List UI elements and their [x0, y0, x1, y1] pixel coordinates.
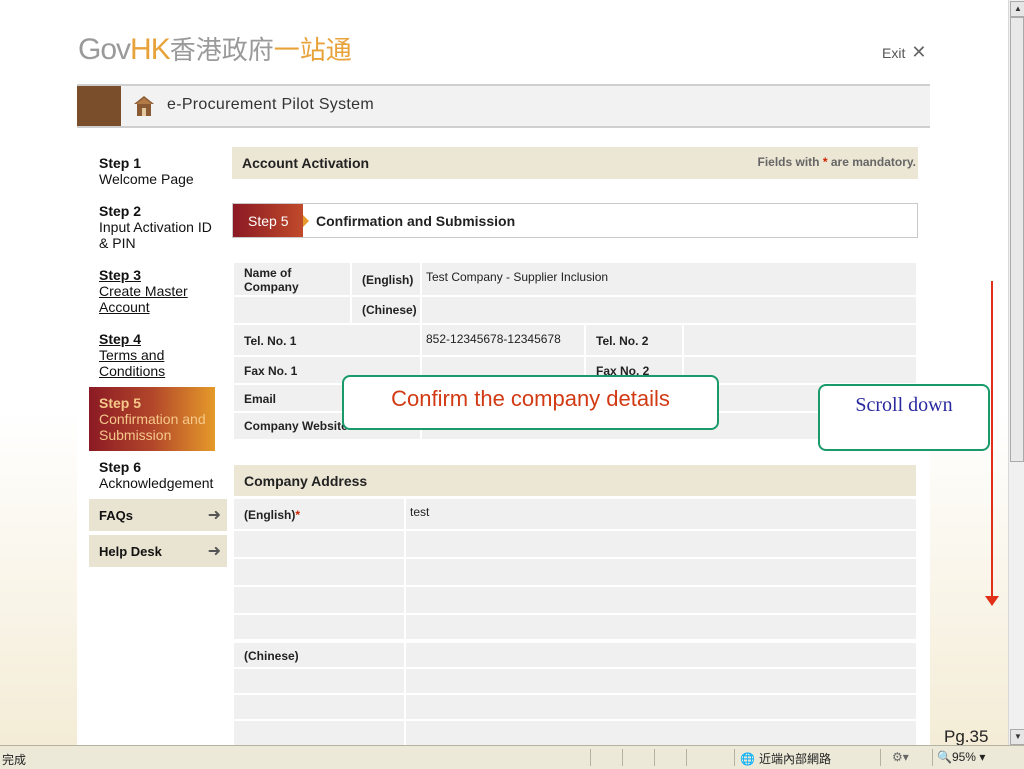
chinese-label: (Chinese) [352, 297, 420, 323]
exit-label: Exit [882, 44, 906, 61]
security-zone[interactable]: 🌐 近端內部網路 [740, 750, 831, 767]
address-label-blank [234, 587, 404, 613]
company-name-blank [234, 297, 350, 323]
address-english-line-5 [406, 615, 916, 639]
globe-icon: 🌐 [740, 751, 755, 766]
account-activation-header: Account Activation Fields with * are man… [232, 147, 918, 179]
address-label-blank [234, 669, 404, 693]
company-address-header: Company Address [234, 465, 916, 496]
confirm-details-callout: Confirm the company details [342, 375, 719, 430]
nav-step-4-link[interactable]: Step 4 Terms and Conditions [99, 331, 219, 379]
vertical-scrollbar[interactable]: ▲ ▼ [1008, 0, 1024, 745]
company-name-chinese-value [422, 297, 916, 323]
tel1-value: 852-12345678-12345678 [422, 325, 584, 355]
page-background-right [930, 0, 1008, 745]
close-icon: ✕ [911, 42, 927, 62]
address-english-line-1: test [406, 499, 916, 529]
arrow-right-icon: ➜ [207, 543, 221, 560]
help-desk-button[interactable]: Help Desk ➜ [89, 535, 227, 567]
nav-step-5-active: Step 5 Confirmation and Submission [89, 387, 215, 451]
system-title-bar: e-Procurement Pilot System [77, 84, 930, 128]
page-number: Pg.35 [944, 727, 989, 746]
tel2-label: Tel. No. 2 [586, 325, 682, 355]
address-chinese-label: (Chinese) [234, 643, 404, 667]
arrow-right-icon: ➜ [207, 507, 221, 524]
current-step-bar: Step 5 Confirmation and Submission [232, 203, 918, 238]
address-label-blank [234, 559, 404, 585]
company-name-english-value: Test Company - Supplier Inclusion [422, 263, 916, 295]
scroll-up-icon[interactable]: ▲ [1010, 1, 1024, 17]
browser-status-bar: 完成 🌐 近端內部網路 ⚙▾ 🔍95% ▾ [0, 745, 1024, 769]
address-english-line-4 [406, 587, 916, 613]
tel2-value [684, 325, 916, 355]
zoom-level[interactable]: 🔍95% ▾ [937, 750, 985, 764]
nav-step-6: Step 6 Acknowledgement [99, 459, 214, 491]
tel1-label: Tel. No. 1 [234, 325, 420, 355]
address-english-label: (English)* [234, 499, 404, 529]
company-name-label: Name of Company [234, 263, 350, 295]
scroll-down-icon[interactable]: ▼ [1010, 729, 1024, 745]
scroll-down-callout: Scroll down [818, 384, 990, 451]
exit-button[interactable]: Exit ✕ [882, 42, 926, 63]
address-chinese-line-1 [406, 643, 916, 667]
title-bar-accent [77, 86, 121, 126]
scrollbar-thumb[interactable] [1010, 17, 1024, 462]
address-label-blank [234, 695, 404, 719]
address-chinese-line-2 [406, 669, 916, 693]
address-label-blank [234, 615, 404, 639]
address-label-blank [234, 721, 404, 745]
scroll-arrow-line [991, 281, 993, 601]
step-pointer-icon [303, 215, 309, 227]
nav-step-2: Step 2 Input Activation ID & PIN [99, 203, 212, 251]
status-text: 完成 [2, 753, 27, 767]
nav-step-1: Step 1 Welcome Page [99, 155, 194, 187]
system-title: e-Procurement Pilot System [167, 96, 374, 113]
mandatory-note: Fields with * are mandatory. [757, 155, 917, 169]
step-title: Confirmation and Submission [316, 213, 516, 229]
zoom-icon: 🔍 [937, 750, 952, 764]
address-chinese-line-4 [406, 721, 916, 745]
address-english-line-2 [406, 531, 916, 557]
arrow-down-icon [985, 596, 999, 606]
address-english-line-3 [406, 559, 916, 585]
govhk-logo[interactable]: Gov HK 香港政府 一站通 [78, 30, 352, 70]
english-label: (English) [352, 263, 420, 295]
protected-mode-icon[interactable]: ⚙▾ [892, 750, 909, 764]
fax2-value [684, 357, 916, 383]
step-badge: Step 5 [233, 204, 303, 237]
address-label-blank [234, 531, 404, 557]
address-chinese-line-3 [406, 695, 916, 719]
nav-step-3-link[interactable]: Step 3 Create Master Account [99, 267, 219, 315]
faqs-button[interactable]: FAQs ➜ [89, 499, 227, 531]
section-title: Account Activation [242, 155, 370, 171]
page-background-left [0, 0, 77, 745]
home-icon[interactable] [133, 95, 155, 117]
